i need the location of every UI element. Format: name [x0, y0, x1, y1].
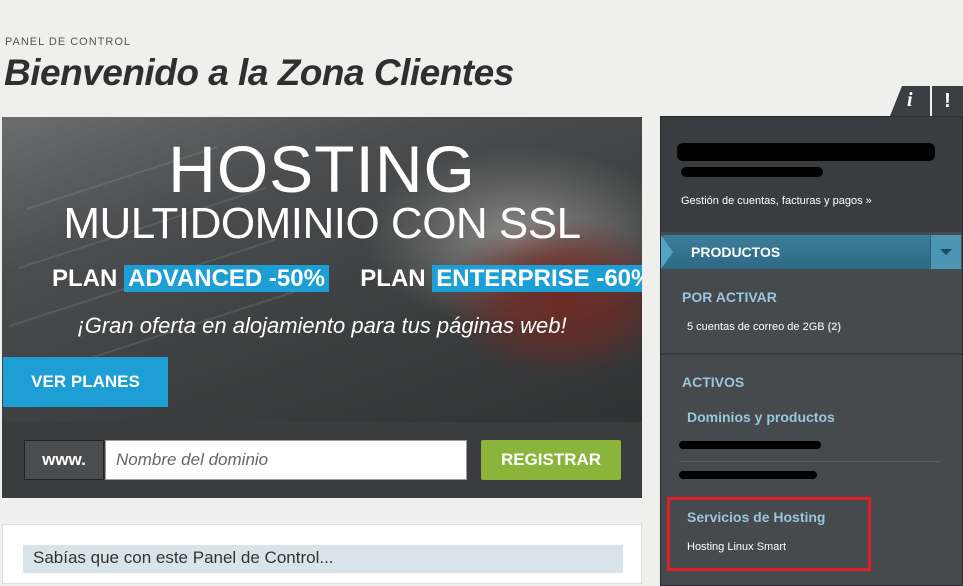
- domain-search-bar: www. REGISTRAR: [2, 422, 642, 498]
- banner-plans: PLAN ADVANCED -50% PLAN ENTERPRISE -60%: [52, 265, 642, 293]
- info-tab[interactable]: i: [890, 86, 930, 116]
- redacted-account-id: [681, 167, 823, 177]
- pending-heading: POR ACTIVAR: [682, 289, 777, 305]
- tips-heading: Sabías que con este Panel de Control...: [23, 545, 623, 573]
- view-plans-button[interactable]: VER PLANES: [3, 357, 168, 407]
- banner-heading: HOSTING: [168, 132, 476, 206]
- redacted-domain-1[interactable]: [679, 441, 821, 449]
- plan-word: PLAN: [52, 265, 118, 292]
- chevron-down-icon[interactable]: [930, 235, 961, 269]
- plan-advanced: ADVANCED -50%: [124, 265, 329, 292]
- hosting-item[interactable]: Hosting Linux Smart: [687, 541, 786, 553]
- tips-box: Sabías que con este Panel de Control...: [2, 524, 642, 584]
- plan-enterprise: ENTERPRISE -60%: [432, 265, 642, 292]
- plan-word: PLAN: [360, 265, 426, 292]
- products-label: PRODUCTOS: [691, 244, 781, 260]
- manage-accounts-link[interactable]: Gestión de cuentas, facturas y pagos »: [681, 195, 872, 207]
- www-prefix: www.: [24, 440, 104, 480]
- active-heading: ACTIVOS: [682, 374, 745, 390]
- page-kicker: PANEL DE CONTROL: [5, 36, 132, 48]
- alert-icon: !: [944, 90, 951, 112]
- arrow-right-icon: [661, 235, 673, 269]
- pending-item[interactable]: 5 cuentas de correo de 2GB (2): [687, 321, 841, 333]
- account-summary: Gestión de cuentas, facturas y pagos »: [661, 117, 962, 232]
- pending-item-label: 5 cuentas de correo de 2GB: [687, 321, 825, 333]
- pending-item-count: (2): [827, 321, 842, 333]
- redacted-domain-2[interactable]: [679, 471, 817, 479]
- domain-input[interactable]: [105, 440, 467, 480]
- info-icon: i: [907, 89, 913, 111]
- account-panel: Gestión de cuentas, facturas y pagos » P…: [660, 116, 963, 586]
- hosting-heading: Servicios de Hosting: [687, 509, 826, 525]
- banner-subheading: MULTIDOMINIO CON SSL: [63, 199, 581, 248]
- redacted-account-name: [677, 143, 935, 161]
- promo-banner: HOSTING MULTIDOMINIO CON SSL PLAN ADVANC…: [2, 117, 642, 498]
- page-title: Bienvenido a la Zona Clientes: [4, 52, 514, 93]
- domains-heading: Dominios y productos: [687, 409, 835, 425]
- alert-tab[interactable]: !: [932, 86, 963, 116]
- section-divider: [661, 353, 962, 355]
- banner-offer: ¡Gran oferta en alojamiento para tus pág…: [77, 313, 567, 338]
- register-button[interactable]: REGISTRAR: [481, 440, 621, 480]
- list-divider: [679, 461, 941, 462]
- products-header[interactable]: PRODUCTOS: [661, 235, 961, 269]
- side-tabs: i !: [890, 86, 963, 116]
